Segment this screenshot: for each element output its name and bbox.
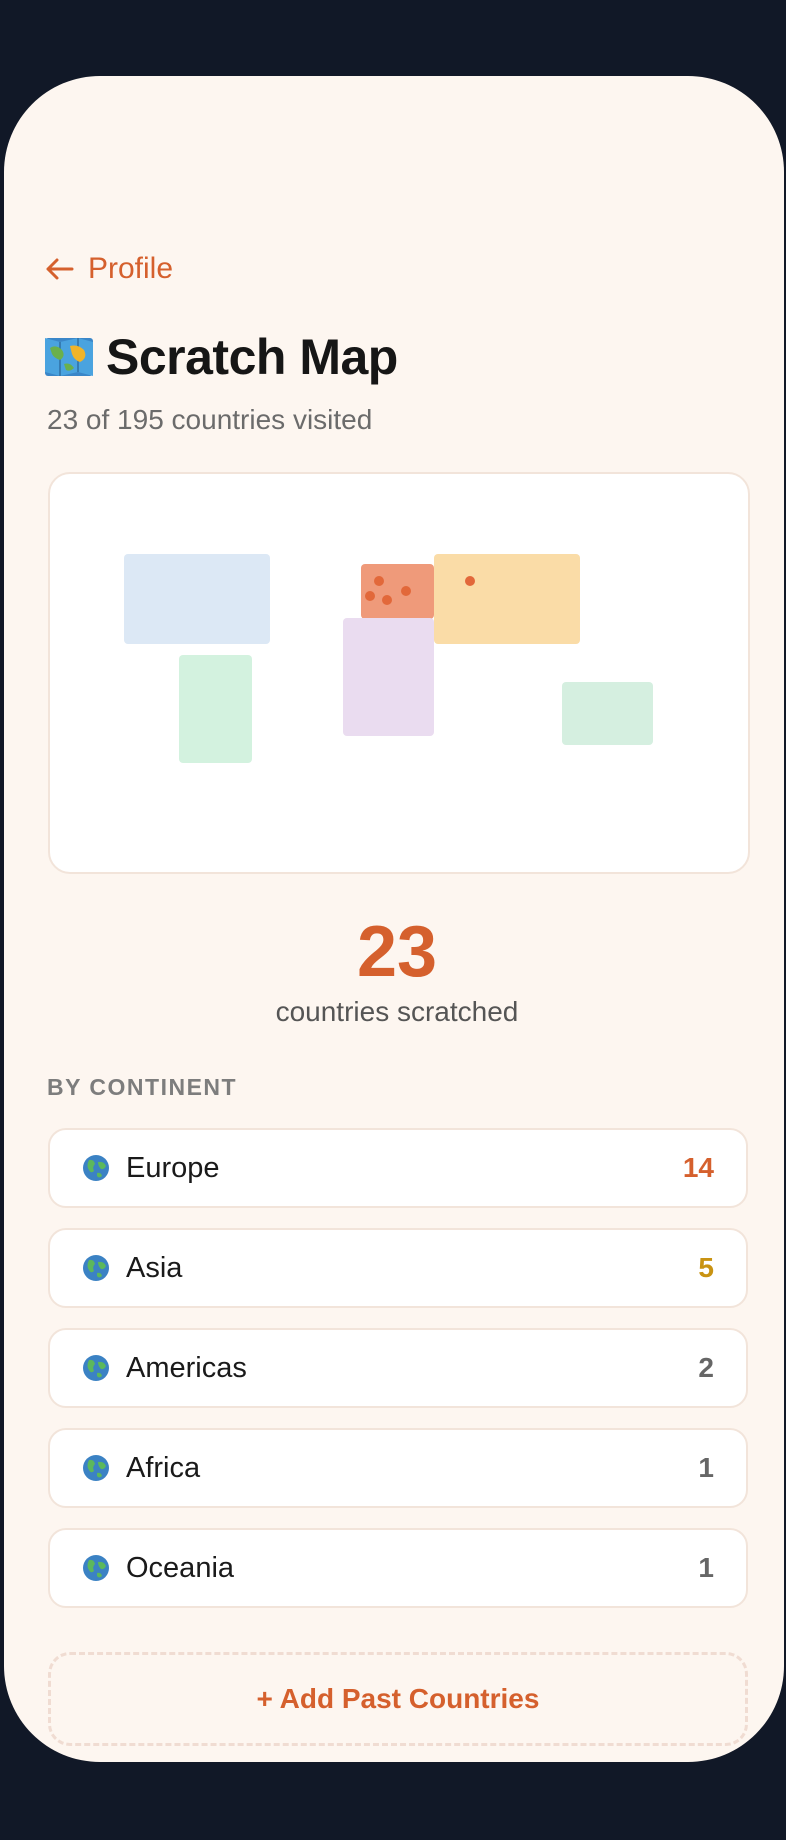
continent-row-asia[interactable]: Asia 5 [48,1228,748,1308]
countries-count-label: countries scratched [275,996,519,1027]
continent-row-africa[interactable]: Africa 1 [48,1428,748,1508]
scratch-map[interactable] [48,472,750,874]
continent-count: 14 [682,1152,714,1183]
region-asia[interactable] [434,554,580,644]
phone-screen: Profile Scratch Map 23 of 195 countries … [4,76,784,1762]
arrow-left-icon [46,258,74,280]
visited-marker [374,576,384,586]
continent-row-oceania[interactable]: Oceania 1 [48,1528,748,1608]
visited-marker [365,591,375,601]
region-oceania[interactable] [562,682,653,745]
continent-name: Americas [126,1351,247,1384]
continent-name: Europe [126,1151,220,1184]
continent-row-americas[interactable]: Americas 2 [48,1328,748,1408]
section-label-by-continent: BY CONTINENT [47,1074,238,1100]
continent-row-europe[interactable]: Europe 14 [48,1128,748,1208]
visited-marker [382,595,392,605]
region-south-america[interactable] [179,655,252,763]
globe-icon [83,1255,109,1281]
continent-name: Africa [126,1451,201,1484]
continent-list: Europe 14 Asia 5 Americas 2 Africa 1 Oce… [48,1128,748,1628]
continent-count: 1 [698,1552,714,1583]
region-africa[interactable] [343,618,434,736]
continent-name: Oceania [126,1551,235,1584]
continent-count: 5 [698,1252,714,1283]
continent-name: Asia [126,1251,183,1284]
back-label: Profile [88,252,174,285]
page-title: Scratch Map [106,329,398,385]
world-map-icon [45,338,93,376]
globe-icon [83,1355,109,1381]
globe-icon [83,1555,109,1581]
continent-count: 2 [698,1352,714,1383]
countries-count: 23 [356,912,438,992]
title-row: Scratch Map [44,328,398,386]
add-past-countries-button[interactable]: + Add Past Countries [48,1652,748,1746]
visited-marker [401,586,411,596]
globe-icon [83,1155,109,1181]
back-to-profile-link[interactable]: Profile [44,252,173,286]
continent-count: 1 [698,1452,714,1483]
region-europe[interactable] [361,564,434,619]
visited-marker [465,576,475,586]
region-north-america[interactable] [124,554,270,644]
visited-summary: 23 of 195 countries visited [47,404,373,435]
globe-icon [83,1455,109,1481]
